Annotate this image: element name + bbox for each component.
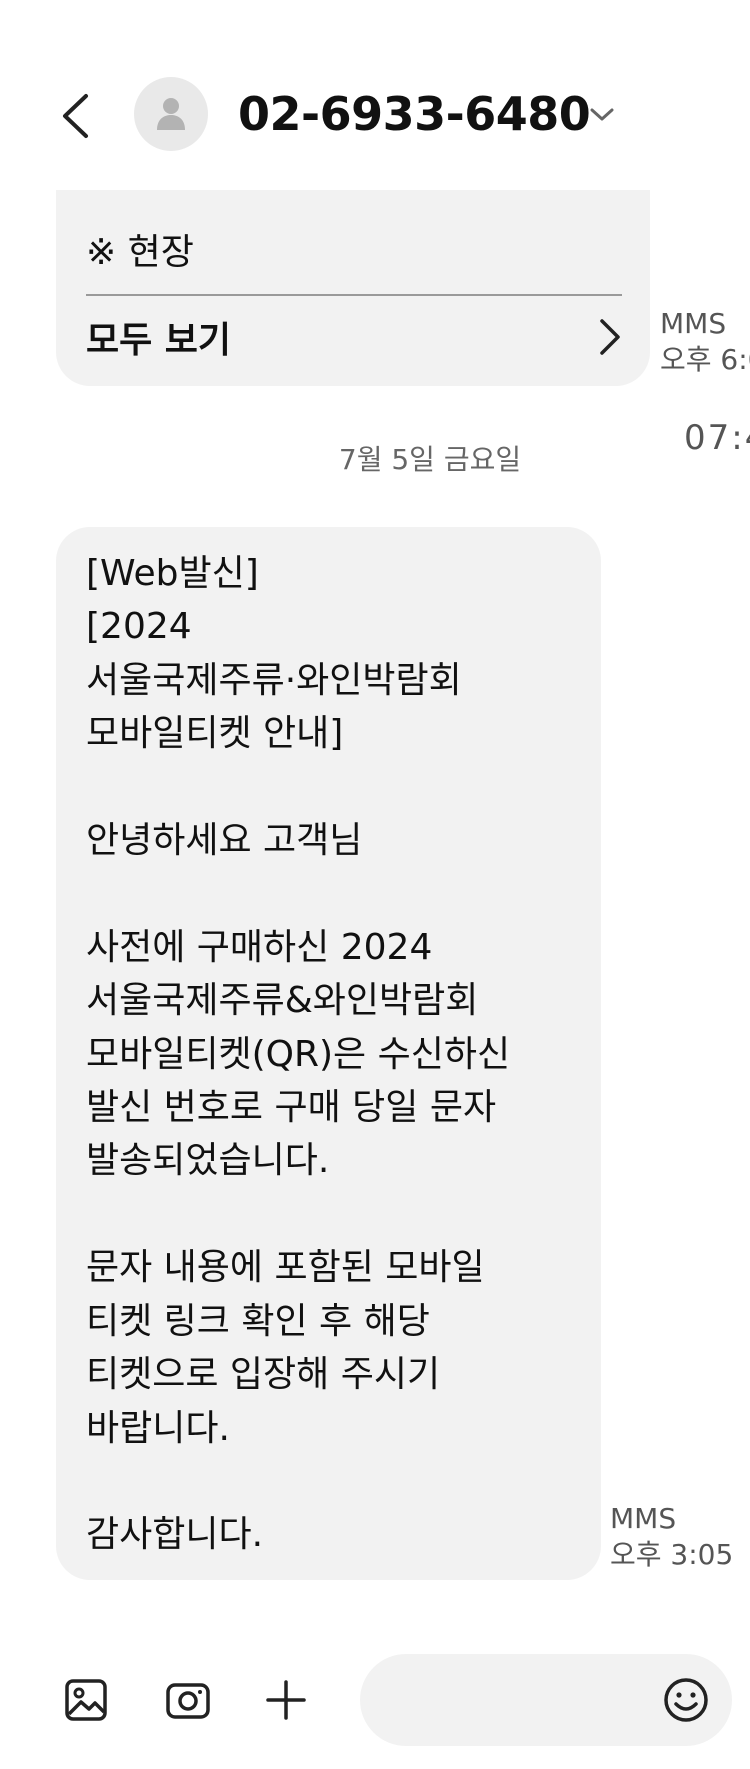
person-icon <box>157 98 185 130</box>
camera-button[interactable] <box>160 1672 216 1728</box>
conversation-screen: 02-6933-6480 ※ 현장 모두 보기 MMS 오후 6:0 07:4 … <box>0 0 750 1769</box>
emoji-icon <box>664 1678 708 1722</box>
message-bubble[interactable]: ※ 현장 모두 보기 <box>56 190 650 386</box>
message-meta: MMS 오후 6:0 <box>660 306 750 378</box>
view-all-label: 모두 보기 <box>86 320 232 361</box>
message-type: MMS <box>660 307 727 340</box>
contact-menu-button[interactable] <box>585 98 619 132</box>
camera-icon <box>166 1683 210 1719</box>
add-attachment-button[interactable] <box>258 1672 314 1728</box>
chevron-down-icon <box>590 108 614 121</box>
plus-icon <box>266 1680 306 1720</box>
composer-bar <box>0 1650 750 1750</box>
back-button[interactable] <box>50 88 100 144</box>
message-bubble[interactable]: [Web발신] [2024 서울국제주류·와인박람회 모바일티켓 안내] 안녕하… <box>56 527 601 1580</box>
chevron-right-icon <box>590 312 630 362</box>
message-meta: MMS 오후 3:05 <box>610 1501 733 1573</box>
message-time: 오후 6:0 <box>660 343 750 376</box>
avatar[interactable] <box>134 77 208 151</box>
message-text: ※ 현장 <box>86 232 194 273</box>
conversation-header: 02-6933-6480 <box>0 70 750 160</box>
message-time: 오후 3:05 <box>610 1538 734 1571</box>
divider <box>86 294 622 296</box>
message-input[interactable] <box>384 1670 644 1730</box>
message-text: [Web발신] [2024 서울국제주류·와인박람회 모바일티켓 안내] 안녕하… <box>86 553 511 1556</box>
gallery-button[interactable] <box>58 1672 114 1728</box>
date-separator: 7월 5일 금요일 <box>338 443 522 476</box>
gallery-icon <box>65 1679 107 1721</box>
contact-number[interactable]: 02-6933-6480 <box>238 84 591 144</box>
message-type: MMS <box>610 1502 677 1535</box>
view-all-button[interactable]: 모두 보기 <box>86 302 630 372</box>
emoji-button[interactable] <box>658 1672 714 1728</box>
chevron-left-icon <box>63 94 88 138</box>
message-input-container[interactable] <box>360 1654 732 1746</box>
